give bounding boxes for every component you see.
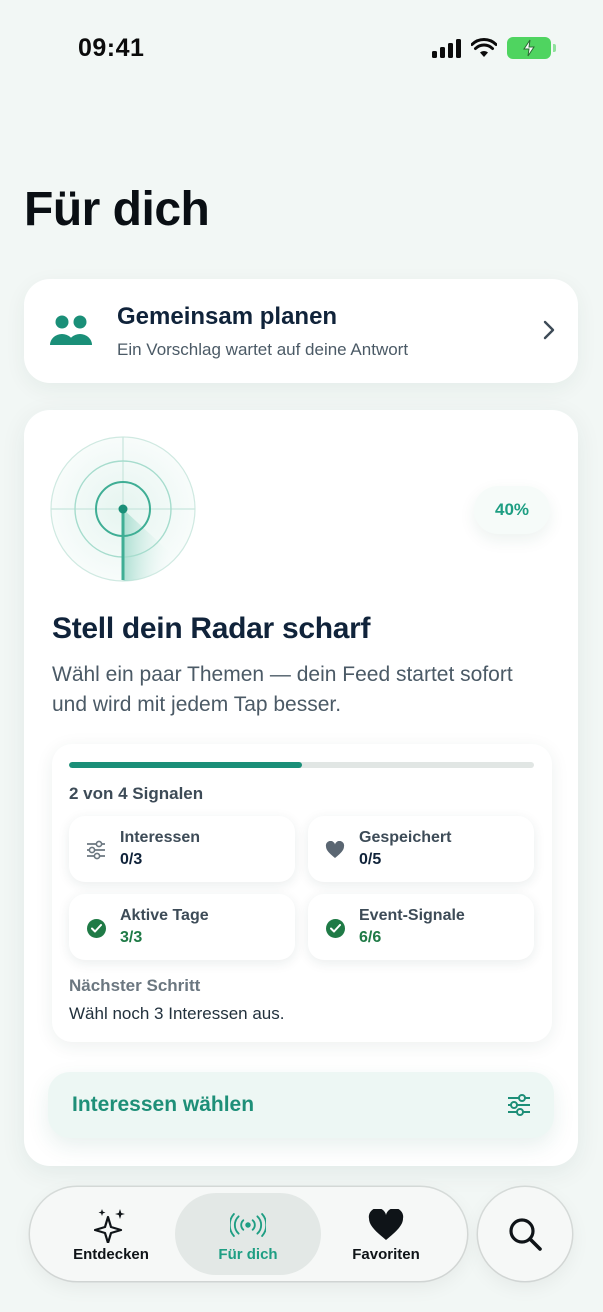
tile-interessen[interactable]: Interessen 0/3	[69, 816, 295, 882]
plan-card-subtitle: Ein Vorschlag wartet auf deine Antwort	[117, 340, 409, 359]
tile-label: Interessen	[120, 829, 201, 846]
tile-value: 3/3	[120, 929, 143, 946]
heart-icon	[368, 1207, 404, 1243]
signals-panel: 2 von 4 Signalen Interessen 0/3 Gespeich…	[52, 744, 552, 1042]
tile-label: Gespeichert	[359, 829, 452, 846]
status-icons	[432, 37, 556, 59]
tile-gespeichert[interactable]: Gespeichert 0/5	[308, 816, 534, 882]
heart-icon	[324, 840, 346, 860]
next-step-label: Nächster Schritt	[69, 976, 201, 995]
sliders-icon	[508, 1094, 530, 1116]
tab-entdecken[interactable]: Entdecken	[38, 1193, 184, 1275]
page-title: Für dich	[24, 183, 210, 236]
tile-value: 6/6	[359, 929, 382, 946]
tile-value: 0/3	[120, 851, 143, 868]
plan-together-card[interactable]: Gemeinsam planen Ein Vorschlag wartet au…	[24, 279, 578, 383]
tab-label: Favoriten	[352, 1246, 420, 1263]
tile-event-signale[interactable]: Event-Signale 6/6	[308, 894, 534, 960]
check-icon	[85, 918, 107, 938]
status-time: 09:41	[78, 34, 145, 62]
next-step-text: Wähl noch 3 Interessen aus.	[69, 1004, 285, 1023]
tile-label: Aktive Tage	[120, 907, 209, 924]
check-icon	[324, 918, 346, 938]
plan-card-title: Gemeinsam planen	[117, 303, 338, 330]
signals-progress-fill	[69, 762, 302, 768]
radar-title: Stell dein Radar scharf	[52, 612, 371, 645]
radar-card: 40% Stell dein Radar scharf Wähl ein paa…	[24, 410, 578, 1166]
chevron-right-icon	[543, 320, 555, 340]
choose-interests-button[interactable]: Interessen wählen	[48, 1072, 554, 1138]
tile-value: 0/5	[359, 851, 382, 868]
tab-label: Für dich	[218, 1246, 278, 1263]
battery-icon	[507, 37, 556, 59]
radio-waves-icon	[230, 1207, 266, 1243]
search-icon	[509, 1218, 542, 1251]
signal-tiles: Interessen 0/3 Gespeichert 0/5 Aktive Ta…	[69, 816, 534, 960]
choose-interests-label: Interessen wählen	[72, 1093, 255, 1116]
tab-favoriten[interactable]: Favoriten	[313, 1193, 459, 1275]
sparkles-icon	[93, 1207, 129, 1243]
status-bar: 09:41	[0, 0, 603, 98]
tab-bar: Entdecken Für dich Favoriten	[30, 1187, 467, 1281]
progress-percent-badge: 40%	[474, 486, 550, 534]
signals-progress-label: 2 von 4 Signalen	[69, 784, 204, 803]
people-icon	[50, 315, 92, 345]
cellular-signal-icon	[432, 38, 461, 58]
tile-label: Event-Signale	[359, 907, 465, 924]
wifi-icon	[471, 38, 497, 57]
signals-progress-bar	[69, 762, 534, 768]
radar-icon	[50, 436, 196, 582]
sliders-icon	[85, 840, 107, 860]
tile-aktive-tage[interactable]: Aktive Tage 3/3	[69, 894, 295, 960]
tab-fuer-dich[interactable]: Für dich	[175, 1193, 321, 1275]
radar-description: Wähl ein paar Themen — dein Feed startet…	[52, 663, 513, 716]
tab-label: Entdecken	[73, 1246, 149, 1263]
search-button[interactable]	[478, 1187, 572, 1281]
